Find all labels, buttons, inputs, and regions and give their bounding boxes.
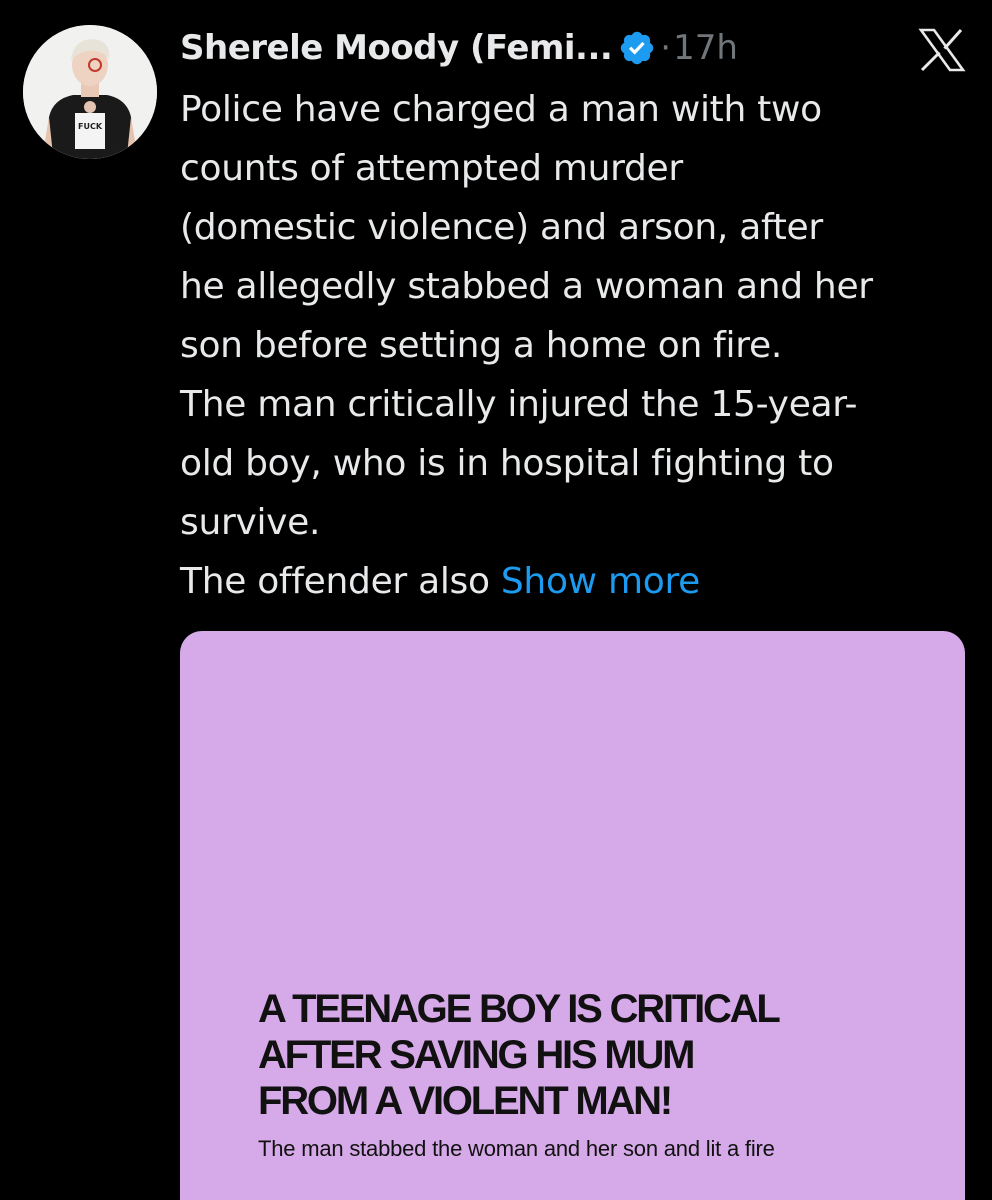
tweet-text-line: son before setting a home on fire. (180, 325, 782, 366)
verified-badge-icon (618, 29, 656, 67)
tweet-text-line: old boy, who is in hospital fighting to (180, 443, 834, 484)
tweet-text: Police have charged a man with two count… (180, 80, 970, 611)
tweet-text-line: he allegedly stabbed a woman and her (180, 266, 873, 307)
separator-dot: · (660, 28, 672, 68)
media-headline-line: FROM A VIOLENT MAN! (258, 1079, 673, 1123)
tweet-text-line: Police have charged a man with two (180, 89, 822, 130)
tweet-text-line: survive. (180, 502, 321, 543)
tweet-text-line: The man critically injured the 15-year- (180, 384, 858, 425)
tweet-text-last-line: The offender also Show more (180, 552, 970, 611)
avatar-photo: FUCK (23, 25, 157, 159)
author-avatar[interactable]: FUCK (23, 25, 157, 159)
tweet-media-image[interactable]: A TEENAGE BOY IS CRITICAL AFTER SAVING H… (180, 631, 965, 1200)
media-headline-line: AFTER SAVING HIS MUM (258, 1033, 695, 1077)
media-headline: A TEENAGE BOY IS CRITICAL AFTER SAVING H… (258, 986, 938, 1124)
tweet-text-line: (domestic violence) and arson, after (180, 207, 823, 248)
show-more-link[interactable]: Show more (501, 561, 700, 602)
media-headline-line: A TEENAGE BOY IS CRITICAL (258, 987, 781, 1031)
x-logo-icon (917, 28, 967, 72)
tweet-header: Sherele Moody (Femi... · 17h (180, 22, 738, 74)
tweet-text-truncated: The offender also (180, 561, 501, 602)
media-subheadline: The man stabbed the woman and her son an… (258, 1136, 775, 1161)
author-name[interactable]: Sherele Moody (Femi... (180, 28, 613, 68)
shirt-text: FUCK (78, 122, 103, 131)
tweet-timestamp[interactable]: 17h (673, 28, 738, 68)
tweet-text-line: counts of attempted murder (180, 148, 683, 189)
